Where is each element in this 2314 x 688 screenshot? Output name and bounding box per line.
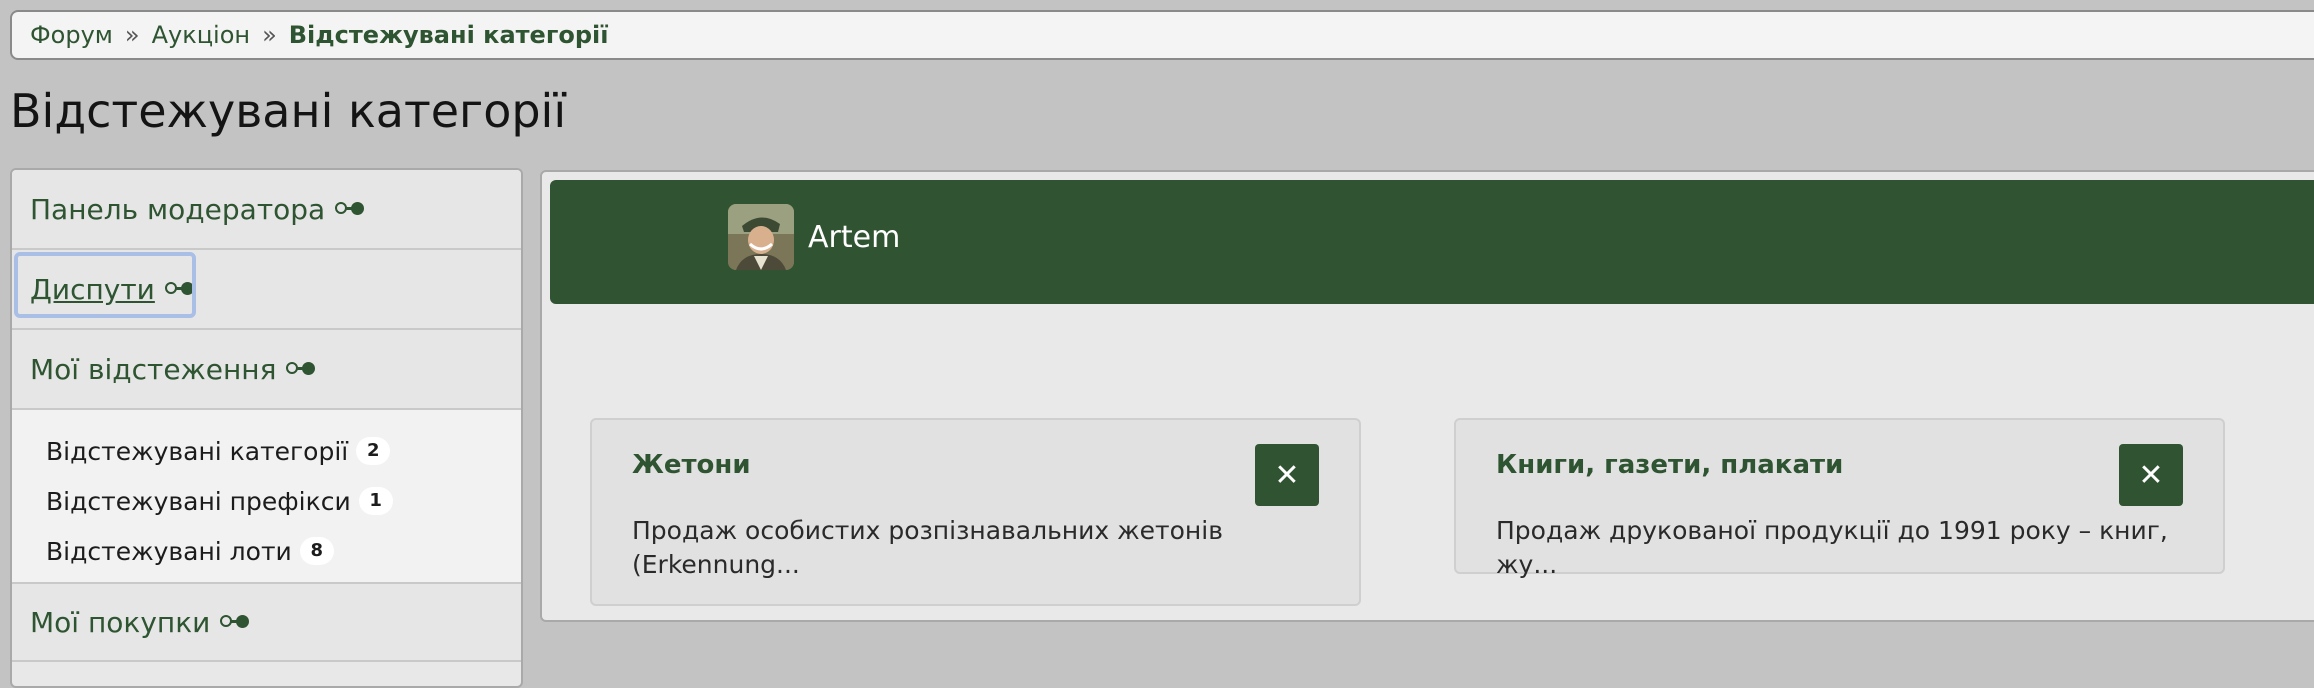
sidebar-item-moderator-panel[interactable]: Панель модератора <box>12 170 521 250</box>
sidebar-subitem-watched-lots[interactable]: Відстежувані лоти 8 <box>12 526 521 576</box>
sidebar-subitem-label[interactable]: Відстежувані категорії <box>46 437 348 466</box>
toggle-icon[interactable] <box>286 361 316 377</box>
user-banner: Artem <box>550 180 2314 304</box>
category-card: Книги, газети, плакати Продаж друкованої… <box>1454 418 2225 579</box>
sidebar-subitem-watched-prefixes[interactable]: Відстежувані префікси 1 <box>12 476 521 526</box>
remove-category-button[interactable]: ✕ <box>1255 444 1319 506</box>
close-icon: ✕ <box>1274 457 1300 493</box>
breadcrumb-item-current[interactable]: Відстежувані категорії <box>289 21 609 49</box>
category-title[interactable]: Книги, газети, плакати <box>1496 450 1843 480</box>
remove-category-button[interactable]: ✕ <box>2119 444 2183 506</box>
breadcrumb-separator: » <box>124 21 140 49</box>
page-title: Відстежувані категорії <box>10 84 567 138</box>
breadcrumb-separator: » <box>262 21 277 49</box>
category-card: Жетони Продаж особистих розпізнавальних … <box>590 418 1361 606</box>
count-badge: 8 <box>299 537 334 565</box>
sidebar: Панель модератора Диспути Мої відстеженн… <box>10 168 523 688</box>
sidebar-item-my-watches[interactable]: Мої відстеження <box>12 330 521 410</box>
sidebar-subitem-label[interactable]: Відстежувані префікси <box>46 487 351 516</box>
breadcrumb-item-forum[interactable]: Форум <box>30 21 113 49</box>
sidebar-item-my-purchases[interactable]: Мої покупки <box>12 584 521 662</box>
sidebar-subitem-label[interactable]: Відстежувані лоти <box>46 537 292 566</box>
category-title[interactable]: Жетони <box>632 450 751 480</box>
avatar[interactable] <box>728 204 794 270</box>
user-avatar-icon <box>728 204 794 270</box>
category-description: Продаж особистих розпізнавальних жетонів… <box>632 516 1223 579</box>
focus-outline <box>14 252 196 318</box>
sidebar-subitem-watched-categories[interactable]: Відстежувані категорії 2 <box>12 426 521 476</box>
close-icon: ✕ <box>2138 457 2164 493</box>
category-description: Продаж друкованої продукції до 1991 року… <box>1496 516 2168 579</box>
toggle-icon[interactable] <box>220 614 250 630</box>
sidebar-item-label[interactable]: Панель модератора <box>30 193 325 226</box>
count-badge: 1 <box>358 487 393 515</box>
main-panel: Artem Жетони Продаж особистих розпізнава… <box>540 170 2314 622</box>
toggle-icon[interactable] <box>335 201 365 217</box>
sidebar-item-label[interactable]: Мої покупки <box>30 606 210 639</box>
breadcrumb-item-auction[interactable]: Аукціон <box>152 21 251 49</box>
sidebar-item-label[interactable]: Мої відстеження <box>30 353 276 386</box>
user-name[interactable]: Artem <box>808 220 900 255</box>
sidebar-item-disputes[interactable]: Диспути <box>12 250 521 330</box>
sidebar-sub-list: Відстежувані категорії 2 Відстежувані пр… <box>12 410 521 584</box>
breadcrumb: Форум » Аукціон » Відстежувані категорії <box>10 10 2314 60</box>
count-badge: 2 <box>356 437 391 465</box>
